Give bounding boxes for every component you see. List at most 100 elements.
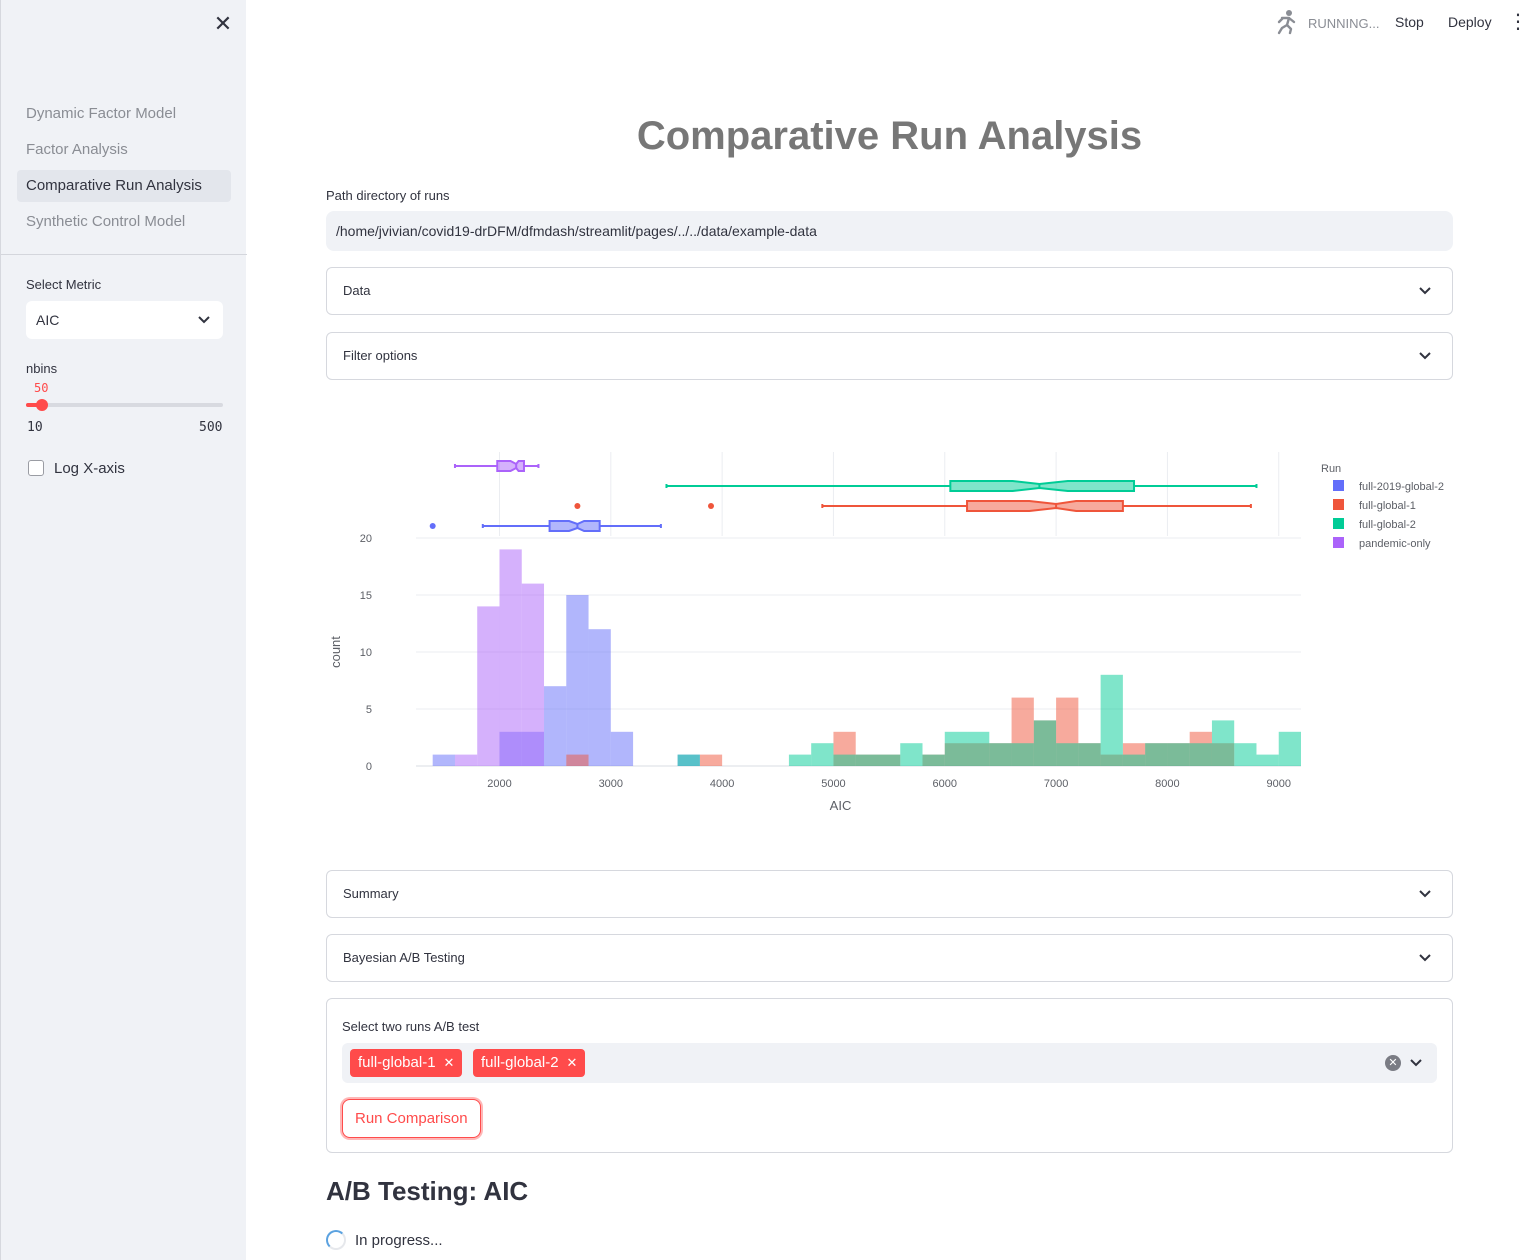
path-label: Path directory of runs (326, 188, 450, 203)
histogram-bar (499, 549, 522, 766)
histogram-bar (432, 754, 455, 766)
expander-summary-label: Summary (343, 886, 399, 901)
histogram-chart[interactable]: 2000 3000 4000 5000 6000 7000 8000 9000 0 5 10 15 20… (326, 440, 1466, 835)
x-tick-label: 4000 (710, 778, 734, 790)
box-outlier (708, 503, 714, 509)
histogram-bar (1100, 674, 1123, 766)
x-tick-label: 5000 (821, 778, 845, 790)
box-body (548, 520, 601, 532)
nbins-slider[interactable] (26, 399, 223, 411)
histogram-bar (989, 743, 1012, 766)
ab-testing-heading: A/B Testing: AIC (326, 1176, 529, 1206)
histogram-bar (900, 743, 923, 766)
histogram-bar (1033, 720, 1057, 766)
nbins-slider-min: 10 (27, 420, 43, 435)
remove-tag-icon[interactable]: ✕ (567, 1055, 578, 1070)
log-x-axis-label: Log X-axis (54, 460, 125, 477)
sidebar-nav: Dynamic Factor Model Factor Analysis Com… (17, 98, 231, 242)
nbins-slider-thumb[interactable] (36, 399, 49, 411)
histogram-bar (967, 731, 990, 766)
ab-test-form: Select two runs A/B test full-global-1 ✕ … (326, 998, 1453, 1153)
legend-entry: full-2019-global-2 (1359, 481, 1444, 493)
histogram-bar (1011, 743, 1034, 766)
x-tick-label: 3000 (599, 778, 623, 790)
histogram-bar (833, 754, 856, 766)
expander-data-label: Data (343, 283, 371, 298)
sidebar-item-synthetic-control-model[interactable]: Synthetic Control Model (17, 206, 231, 238)
box-body (966, 500, 1124, 512)
histogram-bar (1234, 743, 1257, 766)
sidebar-item-comparative-run-analysis[interactable]: Comparative Run Analysis (17, 170, 231, 202)
nbins-label: nbins (26, 361, 58, 376)
expander-bayesian-ab[interactable]: Bayesian A/B Testing (326, 934, 1453, 982)
histogram-bar (1278, 731, 1301, 766)
x-tick-label: 7000 (1044, 778, 1068, 790)
tag-full-global-2: full-global-2 ✕ (473, 1049, 586, 1077)
spinner-icon (326, 1230, 346, 1250)
histogram-bar (855, 754, 878, 766)
clear-all-icon[interactable]: ✕ (1385, 1055, 1401, 1071)
sidebar-divider (1, 254, 247, 255)
ab-run-multiselect[interactable]: full-global-1 ✕ full-global-2 ✕ ✕ (342, 1043, 1437, 1083)
histogram-bar (454, 754, 478, 766)
tag-label: full-global-1 (358, 1054, 436, 1071)
y-tick-label: 20 (360, 533, 372, 545)
histogram-bar (1078, 743, 1101, 766)
deploy-button[interactable]: Deploy (1448, 14, 1492, 30)
expander-filter-options[interactable]: Filter options (326, 332, 1453, 380)
run-comparison-button[interactable]: Run Comparison (342, 1099, 481, 1138)
sidebar: ✕ Dynamic Factor Model Factor Analysis C… (0, 0, 247, 1260)
close-icon[interactable]: ✕ (213, 13, 233, 35)
histogram-bar (588, 629, 611, 766)
metric-select-value: AIC (36, 312, 60, 328)
legend-swatch (1333, 480, 1344, 491)
chevron-down-icon (197, 301, 211, 353)
histogram-bar (521, 583, 545, 766)
chevron-down-icon[interactable] (1409, 1043, 1423, 1099)
ab-select-label: Select two runs A/B test (342, 1019, 480, 1034)
box-plot-full-global-2 (665, 480, 1258, 492)
legend-swatch (1333, 499, 1344, 510)
metric-select[interactable]: AIC (26, 301, 223, 339)
y-tick-label: 15 (360, 590, 372, 602)
histogram-bar (1122, 754, 1146, 766)
x-tick-label: 8000 (1155, 778, 1179, 790)
sidebar-item-factor-analysis[interactable]: Factor Analysis (17, 134, 231, 166)
legend-title: Run (1321, 463, 1341, 475)
box-outlier (574, 503, 581, 509)
legend-swatch (1333, 537, 1344, 548)
expander-data[interactable]: Data (326, 267, 1453, 315)
histogram-bar (788, 754, 812, 766)
path-input[interactable]: /home/jvivian/covid19-drDFM/dfmdash/stre… (326, 211, 1453, 251)
box-body (949, 480, 1136, 492)
y-tick-label: 0 (366, 761, 372, 773)
histogram-bar (922, 754, 945, 766)
page-title: Comparative Run Analysis (636, 114, 1143, 158)
histogram-bar (1189, 743, 1212, 766)
histogram-bar (699, 754, 723, 766)
box-plot-full-global-1 (574, 500, 1252, 512)
remove-tag-icon[interactable]: ✕ (444, 1055, 455, 1070)
kebab-menu-icon[interactable]: ⋮ (1508, 12, 1528, 32)
box-plot-pandemic-only (453, 460, 540, 472)
stop-button[interactable]: Stop (1395, 14, 1424, 30)
progress-status: In progress... (326, 1228, 443, 1252)
box-body (496, 460, 525, 472)
running-status-text: RUNNING... (1308, 15, 1380, 31)
histogram-bar (677, 754, 700, 766)
log-x-axis-checkbox[interactable] (28, 460, 44, 476)
progress-text: In progress... (355, 1231, 443, 1249)
tag-label: full-global-2 (481, 1054, 559, 1071)
running-figure-icon (1276, 9, 1298, 38)
sidebar-item-dynamic-factor-model[interactable]: Dynamic Factor Model (17, 98, 231, 130)
histogram-chart-svg: 2000 3000 4000 5000 6000 7000 8000 9000 0 5 10 15 20… (328, 452, 1444, 813)
box-outlier (429, 523, 436, 529)
histogram-bar (944, 731, 968, 766)
expander-summary[interactable]: Summary (326, 870, 1453, 918)
y-axis-label: count (328, 636, 343, 668)
expander-filter-options-label: Filter options (343, 348, 418, 363)
histogram-bar (566, 595, 589, 766)
running-status: RUNNING... (1276, 9, 1380, 38)
histogram-bar (544, 686, 567, 766)
histogram-bar (477, 606, 500, 766)
